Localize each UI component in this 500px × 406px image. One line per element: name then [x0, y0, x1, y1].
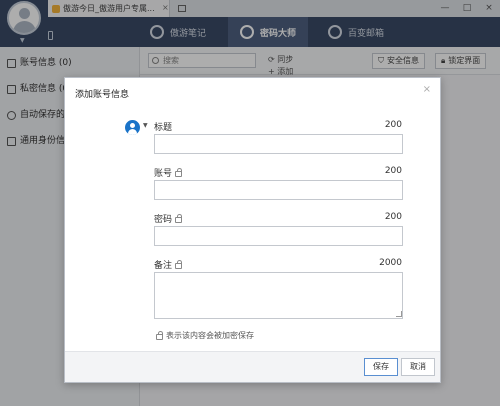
dialog-footer: 保存 取消	[65, 351, 440, 382]
account-type-caret-icon[interactable]: ▼	[143, 122, 148, 129]
account-label-text: 账号	[154, 169, 173, 179]
lock-icon	[175, 259, 183, 269]
password-label: 密码	[154, 212, 183, 225]
add-account-dialog: 添加账号信息 × ▼ 标题 200 账号 200 密码 200 备注 2000 …	[64, 77, 441, 383]
notes-textarea[interactable]	[154, 272, 403, 319]
lock-icon	[156, 330, 163, 340]
password-label-text: 密码	[154, 215, 173, 225]
dialog-close-icon[interactable]: ×	[423, 84, 431, 95]
dialog-title: 添加账号信息	[75, 90, 130, 100]
resize-grip-icon[interactable]	[396, 311, 402, 317]
password-input[interactable]	[154, 226, 403, 246]
title-input[interactable]	[154, 134, 403, 154]
account-type-icon[interactable]	[125, 120, 140, 135]
notes-max-length: 2000	[379, 258, 402, 268]
title-label-text: 标题	[154, 123, 173, 133]
account-label: 账号	[154, 166, 183, 179]
account-input[interactable]	[154, 180, 403, 200]
encryption-note: 表示该内容会被加密保存	[156, 330, 254, 341]
password-max-length: 200	[384, 212, 402, 222]
save-button[interactable]: 保存	[364, 358, 398, 376]
lock-icon	[175, 167, 183, 177]
account-type-icon-body	[128, 129, 137, 135]
title-max-length: 200	[384, 120, 402, 130]
lock-icon	[175, 213, 183, 223]
notes-label-text: 备注	[154, 261, 173, 271]
notes-label: 备注	[154, 258, 183, 271]
encryption-note-text: 表示该内容会被加密保存	[166, 331, 254, 340]
account-type-icon-head	[130, 123, 135, 128]
account-max-length: 200	[384, 166, 402, 176]
cancel-button[interactable]: 取消	[401, 358, 435, 376]
title-label: 标题	[154, 120, 172, 133]
